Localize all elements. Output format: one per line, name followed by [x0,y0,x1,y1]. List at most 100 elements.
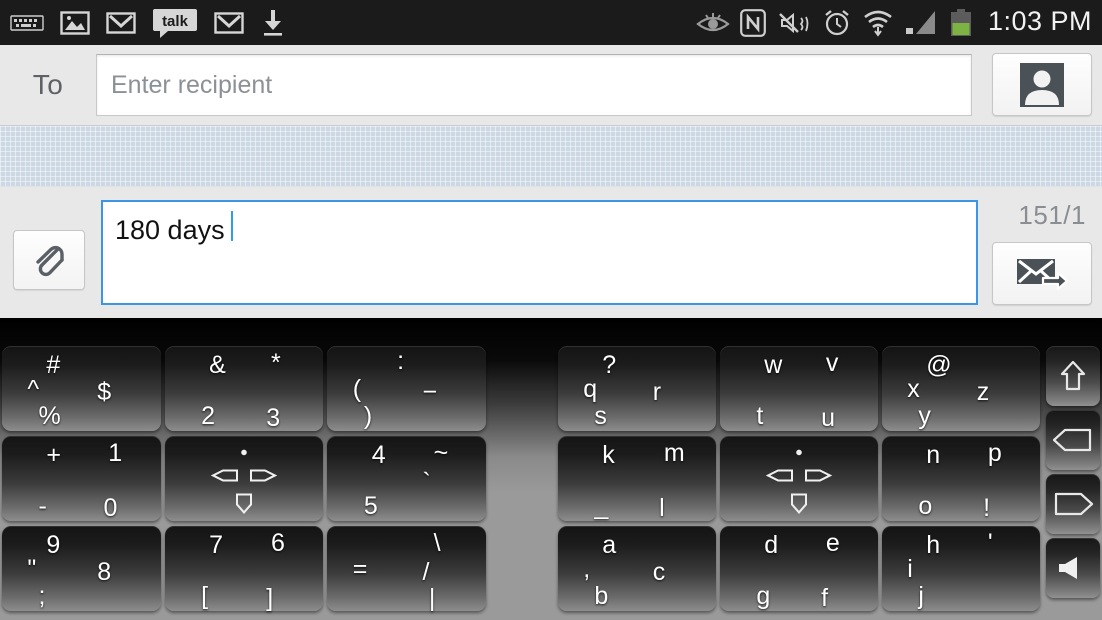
key-glyph: ( [352,374,362,403]
key-glyph: : [397,347,405,376]
key-glyph: z [976,378,990,406]
keyboard-row: " 9 8; 7 6 [] = \ / | [2,526,487,614]
key-1-0[interactable]: +1 - 0 [2,436,161,521]
key-kml[interactable]: k m _ l [558,436,716,521]
key-glyph: ; [38,581,46,610]
key-glyph: b [594,581,609,610]
key-glyph: 4 [371,440,386,469]
key-glyph: j [918,581,924,610]
gmail-icon [106,11,136,34]
send-button[interactable] [992,242,1092,305]
contact-picker-button[interactable] [992,53,1092,116]
keyboard-row: ^ # $% & * 2 3: (−) [2,346,487,434]
key-hij[interactable]: h ' i j [882,526,1040,611]
key-glyph: ~ [433,439,449,468]
send-envelope-icon [1017,258,1068,290]
attach-button[interactable] [13,230,85,290]
key-glyph: - [38,491,47,520]
key-glyph: 1 [108,439,123,468]
key-glyph: q [583,374,598,403]
key-4-5[interactable]: 4 ~5 ` [327,436,487,521]
key-glyph: | [428,583,436,612]
recipient-placeholder: Enter recipient [111,70,273,99]
speaker-key-icon [1059,557,1077,579]
subject-strip [0,125,1102,187]
key-glyph: v [825,349,839,378]
key-acb[interactable]: a, c b [558,526,716,611]
key-7-6[interactable]: 7 6 [] [164,526,324,612]
shift-key[interactable] [1046,346,1100,406]
key-glyph: s [594,401,607,430]
key-glyph: 9 [46,530,61,559]
keyboard-icon [10,14,44,31]
status-bar-notifications: talk [0,8,286,38]
key-glyph: 6 [270,529,285,558]
compose-row: 180 days 151/1 [0,187,1102,318]
message-text: 180 days [115,214,225,245]
key-parens[interactable]: : (−) [327,346,487,431]
key-glyph: / [422,558,430,586]
nfc-icon [740,8,766,37]
text-caret [230,211,233,241]
character-counter: 151/1 [1018,200,1086,230]
alarm-clock-icon [825,9,849,35]
backspace-key[interactable] [1046,410,1100,470]
contact-person-icon [1020,62,1064,107]
key-glyph: + [46,440,62,469]
key-glyph: h [926,530,941,559]
keyboard-row: a, c b d e g f h ' i j [558,526,1040,614]
key-glyph: p [987,439,1002,468]
key-glyph: ] [266,583,274,612]
key-2-3[interactable]: & * 2 3 [164,346,324,432]
key-glyph: " [27,554,37,583]
keyboard-row: +1 - 0 4 ~5 ` [2,436,487,524]
keyboard-right-half: ? q r s w v t u @ x z y k m _ l n p o! a, c b d e g f h ' i j [558,346,1040,616]
key-glyph: t [756,401,764,430]
key-degf[interactable]: d e g f [720,526,878,611]
photo-icon [60,10,90,35]
key-glyph: ! [983,493,991,522]
arrow-cluster-icon [765,449,833,514]
arrow-cluster-icon [210,449,278,514]
key-npo[interactable]: n p o! [882,436,1040,521]
key-glyph: \ [433,529,441,558]
key-glyph: 5 [363,491,378,520]
keyboard-left-half: ^ # $% & * 2 3: (−) +1 - 0 4 ~5 ` " 9 8; 7 6 [] = \ / | [2,346,487,616]
key-glyph: m [663,439,685,468]
key-glyph: r [652,378,662,406]
key-slash[interactable]: = \ / | [327,526,487,612]
key-glyph: % [38,401,61,430]
key-symbols-1[interactable]: ^ # $% [2,346,161,431]
key-glyph: 3 [266,403,281,432]
message-input[interactable]: 180 days [101,200,978,305]
smart-stay-eye-icon [696,12,730,31]
keyboard-function-column [1046,346,1100,602]
key-glyph: g [756,581,771,610]
key-glyph: ? [602,350,617,379]
key-arrows-left[interactable] [164,436,324,521]
split-keyboard[interactable]: ^ # $% & * 2 3: (−) +1 - 0 4 ~5 ` " 9 8; 7 6 [] = \ / | ? q r s w v t… [0,318,1102,620]
status-bar[interactable]: talk 1:03 PM [0,0,1102,45]
key-glyph: $ [97,378,112,406]
recipient-row: To Enter recipient [0,45,1102,125]
key-glyph: c [652,558,666,586]
mute-vibrate-icon [779,12,809,33]
key-glyph: x [907,374,920,403]
key-glyph: @ [926,350,952,379]
key-arrows-right[interactable] [720,436,878,521]
battery-icon [950,8,971,36]
key-xzy[interactable]: @ x z y [882,346,1040,431]
key-glyph: i [907,554,913,583]
key-glyph: 8 [97,558,112,586]
key-glyph: u [821,403,836,432]
recipient-input[interactable]: Enter recipient [96,54,972,116]
key-glyph: n [926,440,941,469]
enter-key[interactable] [1046,474,1100,534]
key-glyph: # [46,350,61,379]
speaker-key[interactable] [1046,538,1100,598]
key-wvtu[interactable]: w v t u [720,346,878,431]
key-qrs[interactable]: ? q r s [558,346,716,431]
key-glyph: [ [201,581,209,610]
key-9-8[interactable]: " 9 8; [2,526,161,611]
key-glyph: 7 [209,530,223,559]
